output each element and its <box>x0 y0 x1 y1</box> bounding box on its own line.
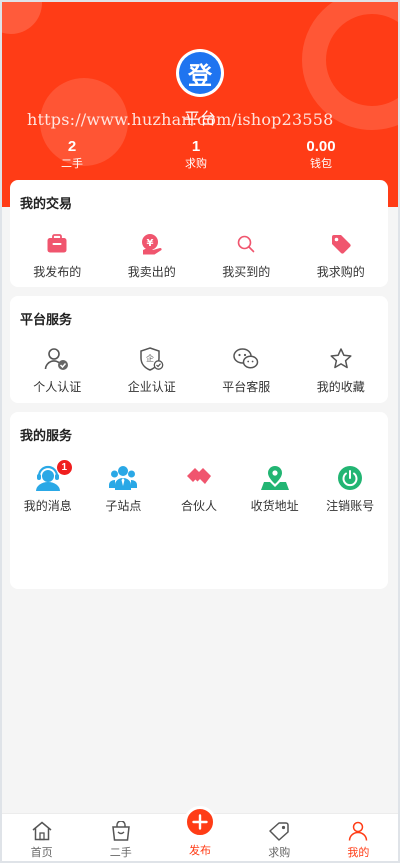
search-icon <box>231 231 261 257</box>
headset-user-icon: 1 <box>33 459 73 491</box>
stat-wanted[interactable]: 1 求购 <box>146 138 246 172</box>
power-icon <box>335 465 365 491</box>
bag-icon <box>42 231 72 257</box>
stats-row: 2 二手 1 求购 0.00 钱包 <box>2 138 398 178</box>
item-label: 我买到的 <box>222 265 271 279</box>
platform-card: 平台服务 个人认证 企 企业认证 平台客服 我的收藏 <box>10 296 388 403</box>
my-favorites-button[interactable]: 我的收藏 <box>294 346 389 395</box>
yen-hand-icon: ¥ <box>137 231 167 257</box>
stat-label: 二手 <box>61 158 83 170</box>
item-label: 平台客服 <box>222 380 271 394</box>
enterprise-verify-button[interactable]: 企 企业认证 <box>105 346 200 395</box>
svg-text:¥: ¥ <box>146 238 153 249</box>
stat-wallet[interactable]: 0.00 钱包 <box>271 138 371 172</box>
avatar-logo: 登 <box>179 52 221 94</box>
enterprise-shield-icon: 企 <box>137 346 167 372</box>
handshake-icon <box>184 465 214 491</box>
user-check-icon <box>42 346 72 372</box>
tag-icon <box>268 820 290 842</box>
partner-button[interactable]: 合伙人 <box>161 465 237 514</box>
stat-label: 钱包 <box>310 158 332 170</box>
tab-secondhand[interactable]: 二手 <box>81 814 160 861</box>
tab-mine[interactable]: 我的 <box>319 814 398 861</box>
platform-row: 个人认证 企 企业认证 平台客服 我的收藏 <box>10 346 388 395</box>
tab-label: 我的 <box>347 847 370 859</box>
platform-card-title: 平台服务 <box>20 312 73 327</box>
tab-label: 求购 <box>268 847 291 859</box>
item-label: 我发布的 <box>33 265 82 279</box>
plus-icon <box>184 806 217 838</box>
stat-label: 求购 <box>185 158 207 170</box>
my-sold-button[interactable]: ¥ 我卖出的 <box>105 231 200 280</box>
my-published-button[interactable]: 我发布的 <box>10 231 105 280</box>
shop-icon <box>110 820 132 842</box>
item-label: 我求购的 <box>316 265 365 279</box>
group-icon <box>108 465 138 491</box>
item-label: 我的收藏 <box>316 380 365 394</box>
personal-verify-button[interactable]: 个人认证 <box>10 346 105 395</box>
user-icon <box>347 820 369 842</box>
my-messages-button[interactable]: 1 我的消息 <box>10 459 86 514</box>
map-pin-icon <box>260 465 290 491</box>
decor-circle <box>2 2 42 34</box>
tag-icon <box>326 231 356 257</box>
item-label: 收货地址 <box>250 499 299 513</box>
shipping-address-button[interactable]: 收货地址 <box>237 465 313 514</box>
unread-badge: 1 <box>55 459 73 476</box>
stat-value: 1 <box>191 138 201 155</box>
my-wanted-button[interactable]: 我求购的 <box>294 231 389 280</box>
item-label: 子站点 <box>105 499 142 513</box>
trade-row: 我发布的 ¥ 我卖出的 我买到的 我求购的 <box>10 231 388 280</box>
trade-card: 我的交易 我发布的 ¥ 我卖出的 我买到的 我求购的 <box>10 180 388 287</box>
stat-value: 2 <box>67 138 77 155</box>
services-row: 1 我的消息 子站点 合伙人 收货地址 注销账号 <box>10 459 388 514</box>
item-label: 个人认证 <box>33 380 82 394</box>
services-card: 我的服务 1 我的消息 子站点 合伙人 收货地址 注销账号 <box>10 412 388 589</box>
star-icon <box>326 346 356 372</box>
bottom-tab-bar: 首页 二手 发布 求购 我的 <box>2 806 398 861</box>
tab-home[interactable]: 首页 <box>2 814 81 861</box>
wechat-icon <box>231 346 261 372</box>
item-label: 注销账号 <box>326 499 375 513</box>
services-card-title: 我的服务 <box>20 428 73 443</box>
item-label: 我卖出的 <box>127 265 176 279</box>
tab-label: 二手 <box>109 847 132 859</box>
tab-wanted[interactable]: 求购 <box>240 814 319 861</box>
stat-secondhand[interactable]: 2 二手 <box>22 138 122 172</box>
tab-publish[interactable]: 发布 <box>160 806 239 861</box>
item-label: 合伙人 <box>180 499 217 513</box>
tab-label: 发布 <box>189 845 211 857</box>
home-icon <box>31 820 53 842</box>
my-bought-button[interactable]: 我买到的 <box>199 231 294 280</box>
tab-label: 首页 <box>30 847 53 859</box>
cancel-account-button[interactable]: 注销账号 <box>312 465 388 514</box>
profile-header: 登 平台 https://www.huzhan.com/ishop23558 2… <box>2 2 398 207</box>
mine-page: 登 平台 https://www.huzhan.com/ishop23558 2… <box>2 2 398 861</box>
platform-support-button[interactable]: 平台客服 <box>199 346 294 395</box>
watermark-text: https://www.huzhan.com/ishop23558 <box>27 110 334 129</box>
trade-card-title: 我的交易 <box>20 196 73 211</box>
substation-button[interactable]: 子站点 <box>86 465 162 514</box>
stat-value: 0.00 <box>306 138 336 155</box>
avatar[interactable]: 登 <box>176 49 224 97</box>
item-label: 我的消息 <box>23 499 72 513</box>
svg-text:企: 企 <box>146 353 154 363</box>
item-label: 企业认证 <box>127 380 176 394</box>
